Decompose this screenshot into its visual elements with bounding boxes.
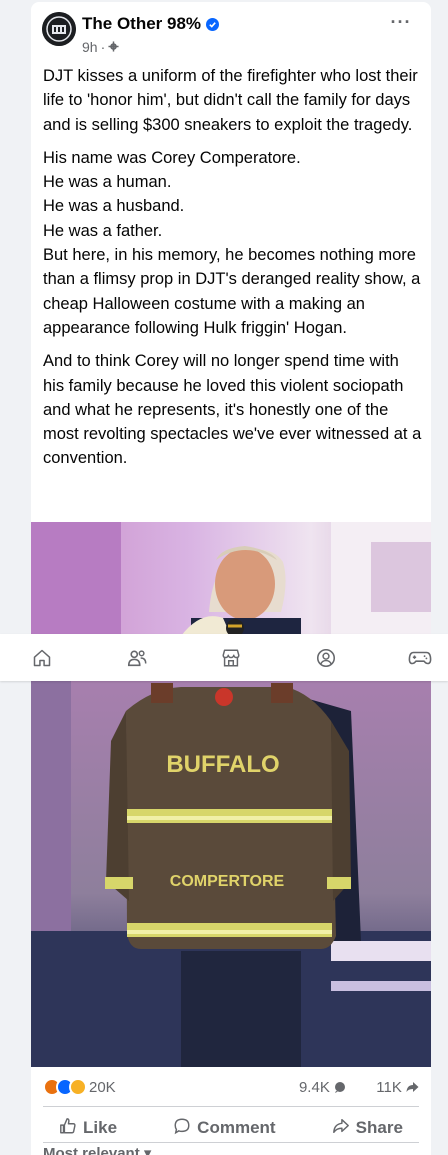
share-count-row[interactable]: 11K [376, 1079, 419, 1096]
reactions-row: 20K 9.4K 11K [31, 1074, 431, 1102]
post-photo-top[interactable] [31, 522, 431, 636]
page-name[interactable]: The Other 98% [82, 14, 201, 34]
post-header: The Other 98% 9h · ··· [31, 2, 431, 62]
marketplace-icon[interactable] [219, 646, 243, 670]
sad-reaction-icon [69, 1078, 87, 1096]
comment-bubble-icon [334, 1079, 346, 1096]
jacket-top-text: BUFFALO [166, 751, 279, 778]
actions-top-divider [43, 1106, 419, 1107]
post-photo-bottom[interactable]: BUFFALO COMPERTORE [31, 681, 431, 1067]
profile-icon[interactable] [314, 646, 338, 670]
post-paragraph-1: DJT kisses a uniform of the firefighter … [43, 67, 418, 134]
post-line: He was a father. [43, 221, 163, 240]
gaming-icon[interactable] [408, 646, 432, 670]
comment-sort-dropdown[interactable]: Most relevant ▾ [43, 1144, 151, 1155]
more-options-button[interactable]: ··· [387, 12, 415, 40]
post-paragraph-3: And to think Corey will no longer spend … [43, 352, 422, 468]
page-avatar[interactable] [42, 12, 76, 46]
page-name-row[interactable]: The Other 98% [82, 14, 220, 34]
reaction-count[interactable]: 20K [89, 1079, 116, 1096]
comment-label[interactable]: Comment [197, 1118, 275, 1138]
like-label[interactable]: Like [83, 1118, 117, 1138]
meta-separator: · [100, 39, 106, 55]
reaction-icons[interactable] [43, 1078, 87, 1096]
share-label[interactable]: Share [356, 1118, 403, 1138]
share-icon [332, 1117, 350, 1140]
jacket-name-text: COMPERTORE [170, 873, 285, 890]
verified-badge-icon [206, 17, 220, 31]
post-line: He was a husband. [43, 197, 185, 216]
like-thumb-icon [59, 1117, 77, 1140]
post-line: He was a human. [43, 173, 172, 192]
actions-bottom-divider [43, 1142, 419, 1143]
post-line: But here, in his memory, he becomes noth… [43, 246, 421, 337]
comment-icon [173, 1117, 191, 1140]
share-button[interactable]: Share [332, 1117, 403, 1140]
post-text: DJT kisses a uniform of the firefighter … [43, 64, 423, 480]
comment-count[interactable]: 9.4K [299, 1079, 330, 1096]
friends-icon[interactable] [125, 646, 149, 670]
post-meta: 9h · [82, 39, 119, 55]
post-time[interactable]: 9h [82, 39, 98, 55]
audience-gear-icon [108, 39, 119, 55]
bottom-nav-bar [0, 634, 448, 681]
share-count[interactable]: 11K [376, 1079, 402, 1096]
like-button[interactable]: Like [59, 1117, 117, 1140]
post-actions: Like Comment Share [31, 1110, 431, 1146]
comment-button[interactable]: Comment [173, 1117, 276, 1140]
post-card: The Other 98% 9h · ··· DJT kisses a unif… [31, 2, 431, 1155]
sort-label[interactable]: Most relevant [43, 1145, 140, 1155]
chevron-down-icon: ▾ [143, 1145, 152, 1155]
share-arrow-icon [406, 1079, 419, 1096]
home-icon[interactable] [30, 646, 54, 670]
post-line: His name was Corey Comperatore. [43, 148, 301, 167]
post-paragraph-2: His name was Corey Comperatore. He was a… [43, 146, 423, 340]
comment-count-row[interactable]: 9.4K [299, 1079, 346, 1096]
